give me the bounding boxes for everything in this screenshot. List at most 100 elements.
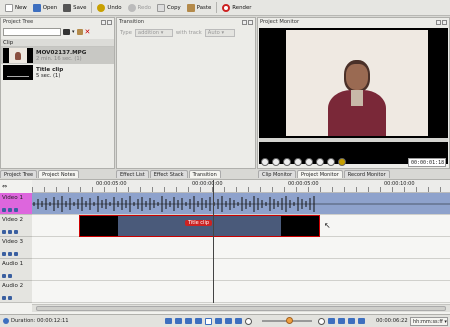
tab-effect-stack[interactable]: Effect Stack [149, 170, 188, 178]
previous-frame-icon[interactable] [272, 158, 280, 166]
paste-icon [186, 3, 195, 12]
zoom-in-icon[interactable] [318, 317, 325, 325]
split-audio-icon[interactable] [165, 318, 172, 324]
folder-open-icon [32, 3, 41, 12]
track-header-audio-1[interactable]: Audio 1 [0, 259, 32, 281]
list-item[interactable]: MOV02137.MPG 2 min. 16 sec. (1) [1, 47, 114, 64]
render-button[interactable]: Render [219, 1, 254, 15]
timeline-ruler[interactable]: 00:00:05:00 00:00:00:00 00:00:05:00 00:0… [32, 180, 450, 193]
track-controls[interactable] [2, 252, 18, 256]
list-item[interactable]: Title clip 5 sec. (1) [1, 64, 114, 81]
panel-header: Project Tree [1, 18, 114, 26]
track-label: with track [175, 30, 202, 36]
timecode-format-select[interactable]: hh:mm:ss:ff ▾ [410, 317, 448, 326]
tab-project-monitor[interactable]: Project Monitor [297, 170, 343, 178]
render-icon [222, 3, 231, 12]
zoom-fit-icon[interactable]: ⇔ [2, 183, 7, 190]
track-header-video-3[interactable]: Video 3 [0, 237, 32, 259]
undo-button[interactable]: Undo [94, 1, 124, 15]
transition-panel: Transition Type addition ▾ with track Au… [116, 17, 256, 169]
panel-header: Project Monitor [258, 18, 449, 26]
track-controls[interactable] [2, 274, 12, 278]
play-icon[interactable] [283, 158, 291, 166]
select-tool-icon[interactable] [205, 317, 212, 325]
project-tree-toolbar: ▾ ✕ [1, 26, 114, 38]
new-button[interactable]: New [2, 1, 30, 15]
type-select[interactable]: addition ▾ [134, 29, 173, 37]
tab-clip-monitor[interactable]: Clip Monitor [258, 170, 297, 178]
track-lane-video-2[interactable]: Title clip ↖ [32, 215, 450, 237]
tab-record-monitor[interactable]: Record Monitor [343, 170, 390, 178]
next-frame-icon[interactable] [294, 158, 302, 166]
tab-transition[interactable]: Transition [188, 170, 221, 178]
redo-button[interactable]: Redo [125, 1, 155, 15]
copy-button[interactable]: Copy [154, 1, 184, 15]
track-lane-audio-2[interactable] [32, 281, 450, 303]
timecode-field[interactable]: 00:00:01:18 [408, 158, 446, 167]
track-lane-video-1[interactable] [32, 193, 450, 215]
snap-icon[interactable] [235, 318, 242, 324]
tab-project-notes[interactable]: Project Notes [38, 170, 80, 178]
title-clip[interactable]: Title clip [79, 215, 320, 237]
edit-pencil-icon[interactable] [76, 29, 83, 35]
duration-label: Duration: 00:00:12:11 [11, 318, 69, 324]
thumbnail-icon[interactable] [175, 318, 182, 324]
save-disk-icon [63, 3, 72, 12]
paste-button[interactable]: Paste [184, 1, 215, 15]
project-monitor-panel: Project Monitor 00:00:01:18 [257, 17, 450, 169]
tab-project-tree[interactable]: Project Tree [0, 170, 38, 178]
markers-icon[interactable] [195, 318, 202, 324]
zoom-slider-handle[interactable] [286, 317, 293, 324]
scrollbar-thumb[interactable] [36, 306, 446, 311]
settings-icon[interactable] [327, 158, 335, 166]
chevron-down-icon[interactable]: ▾ [72, 29, 75, 35]
rewind-icon[interactable] [261, 158, 269, 166]
audio-view-icon[interactable] [348, 318, 355, 324]
clip-name: MOV02137.MPG [36, 49, 87, 56]
clip-name: Title clip [36, 66, 64, 73]
track-controls[interactable] [2, 296, 12, 300]
save-button[interactable]: Save [60, 1, 89, 15]
track-lane-audio-1[interactable] [32, 259, 450, 281]
panel-window-buttons[interactable] [436, 19, 447, 25]
zoom-slider[interactable] [262, 317, 312, 324]
type-label: Type [120, 30, 132, 36]
waveform-icon[interactable] [185, 318, 192, 324]
track-controls[interactable] [2, 208, 18, 212]
razor-tool-icon[interactable] [215, 318, 222, 324]
volume-icon[interactable] [338, 158, 346, 166]
tab-effect-list[interactable]: Effect List [116, 170, 149, 178]
panel-header: Transition [117, 18, 255, 26]
track-header-audio-2[interactable]: Audio 2 [0, 281, 32, 303]
toolbar-divider [216, 2, 218, 13]
left-panel-tabs: Project Tree Project Notes [0, 170, 80, 178]
track-select[interactable]: Auto ▾ [204, 29, 235, 37]
fit-zoom-icon[interactable] [328, 318, 335, 324]
monitor-controls [261, 158, 346, 166]
panel-window-buttons[interactable] [101, 19, 112, 25]
timeline-scrollbar[interactable] [32, 304, 450, 312]
track-controls[interactable] [2, 230, 18, 234]
zone-icon[interactable] [316, 158, 324, 166]
redo-icon [127, 3, 136, 12]
undo-icon [97, 3, 106, 12]
track-header-video-2[interactable]: Video 2 [0, 215, 32, 237]
timeline-view-icon[interactable] [338, 318, 345, 324]
panel-window-buttons[interactable] [242, 19, 253, 25]
zoom-out-icon[interactable] [245, 317, 252, 325]
spacer-tool-icon[interactable] [225, 318, 232, 324]
search-input[interactable] [3, 28, 61, 36]
add-clip-icon[interactable] [63, 29, 70, 35]
track-header-video-1[interactable]: Video 1 [0, 193, 32, 215]
transition-controls: Type addition ▾ with track Auto ▾ [117, 26, 255, 40]
delete-icon[interactable]: ✕ [85, 28, 91, 36]
effects-view-icon[interactable] [358, 318, 365, 324]
open-button[interactable]: Open [30, 1, 60, 15]
mid-panel-tabs: Effect List Effect Stack Transition [116, 170, 222, 178]
forward-icon[interactable] [305, 158, 313, 166]
timeline-header-tools: ⇔ [2, 183, 7, 190]
current-timecode: 00:00:06:22 [376, 318, 408, 324]
clip-thumbnail [3, 65, 33, 80]
playhead[interactable] [213, 180, 214, 303]
track-lane-video-3[interactable] [32, 237, 450, 259]
